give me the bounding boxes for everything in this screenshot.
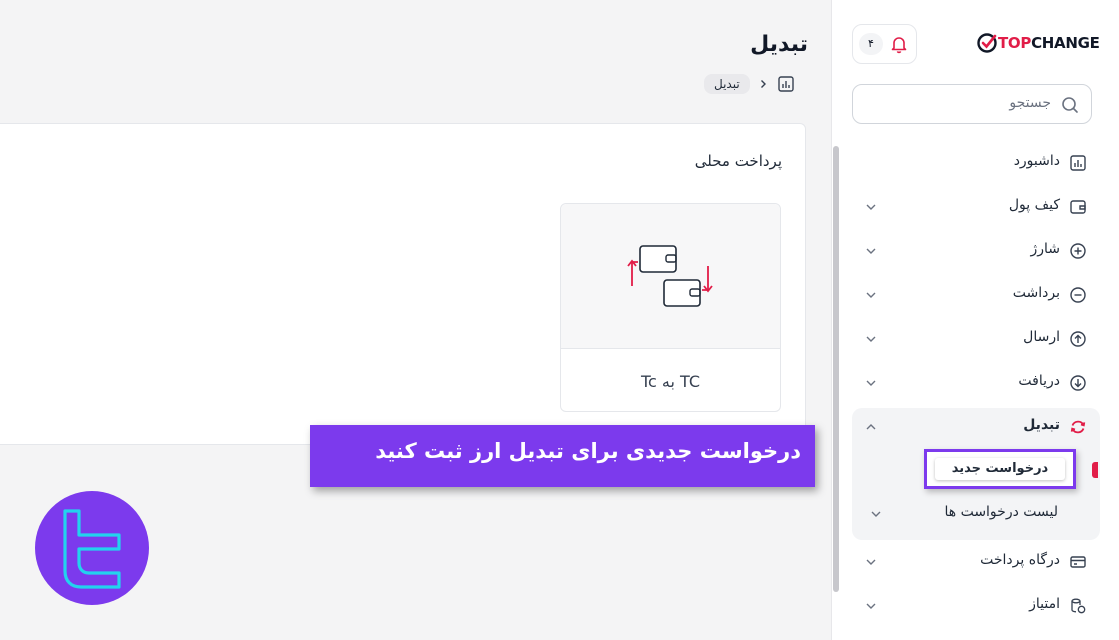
banner-text: درخواست جدیدی برای تبدیل ارز ثبت کنید — [375, 439, 801, 463]
chevron-up-icon — [866, 424, 876, 430]
sidebar-item-label: داشبورد — [1013, 153, 1060, 169]
chevron-left-icon — [760, 80, 766, 88]
sidebar-item-exchange[interactable]: تبدیل — [852, 407, 1092, 447]
breadcrumb-current[interactable]: تبدیل — [704, 74, 750, 94]
plus-circle-icon — [1070, 243, 1086, 259]
sidebar-item-payment-gateway[interactable]: درگاه پرداخت — [852, 542, 1092, 582]
logo-check-icon — [977, 33, 997, 53]
sidebar-item-points[interactable]: امتیاز — [852, 586, 1092, 626]
sidebar-item-dashboard[interactable]: داشبورد — [852, 143, 1092, 183]
chevron-down-icon — [866, 603, 876, 609]
exchange-icon — [1070, 420, 1086, 434]
search-icon — [1062, 97, 1078, 113]
chevron-down-icon — [866, 559, 876, 565]
chevron-down-icon — [871, 511, 881, 517]
exchange-option-label: Tc به TC — [640, 372, 701, 391]
sidebar-item-label: تبدیل — [1023, 417, 1060, 433]
bell-icon — [891, 37, 907, 54]
submenu-item-label: درخواست جدید — [935, 458, 1065, 480]
sidebar-item-label: کیف پول — [1008, 197, 1060, 213]
breadcrumb: تبدیل — [704, 70, 796, 98]
brand-logo-circle — [35, 491, 149, 605]
card-icon — [1070, 556, 1086, 568]
sidebar-item-label: دریافت — [1018, 373, 1060, 389]
search-box[interactable]: جستجو — [852, 84, 1092, 124]
brand-logo-icon — [63, 509, 121, 589]
page-title: تبدیل — [750, 32, 808, 57]
submenu-item-new-request[interactable]: درخواست جدید — [924, 449, 1076, 489]
sidebar-scrollbar[interactable] — [833, 146, 839, 592]
wallet-exchange-icon — [627, 245, 713, 307]
chevron-down-icon — [866, 248, 876, 254]
sidebar-item-charge[interactable]: شارژ — [852, 231, 1092, 271]
chart-icon[interactable] — [776, 74, 796, 94]
sidebar-item-label: شارژ — [1030, 241, 1060, 257]
active-indicator — [1092, 462, 1098, 478]
sidebar-item-receive[interactable]: دریافت — [852, 363, 1092, 403]
logo-text-change: CHANGE — [1031, 34, 1100, 52]
sidebar-item-label: ارسال — [1023, 329, 1060, 345]
chevron-down-icon — [866, 292, 876, 298]
logo-text-top: TOP — [998, 34, 1032, 52]
submenu-item-label: لیست درخواست ها — [944, 504, 1058, 520]
chevron-down-icon — [866, 204, 876, 210]
wallet-icon — [1070, 200, 1086, 214]
topchange-logo[interactable]: TOP CHANGE — [976, 32, 1100, 54]
chart-icon — [1070, 155, 1086, 171]
notification-count: ۴ — [859, 33, 883, 55]
section-title: پرداخت محلی — [694, 152, 782, 170]
chevron-down-icon — [866, 380, 876, 386]
instruction-banner: درخواست جدیدی برای تبدیل ارز ثبت کنید — [310, 425, 815, 487]
notifications-button[interactable]: ۴ — [852, 24, 917, 64]
arrow-down-circle-icon — [1070, 375, 1086, 391]
search-input[interactable]: جستجو — [1009, 95, 1051, 111]
arrow-up-circle-icon — [1070, 331, 1086, 347]
sidebar-item-wallet[interactable]: کیف پول — [852, 187, 1092, 227]
sidebar-item-label: درگاه پرداخت — [980, 552, 1060, 568]
minus-circle-icon — [1070, 287, 1086, 303]
sidebar-item-label: برداشت — [1012, 285, 1060, 301]
sidebar-item-label: امتیاز — [1029, 596, 1060, 612]
coins-icon — [1071, 598, 1086, 614]
chevron-down-icon — [866, 336, 876, 342]
submenu-item-request-list[interactable]: لیست درخواست ها — [852, 500, 1092, 528]
sidebar-item-withdraw[interactable]: برداشت — [852, 275, 1092, 315]
sidebar-item-send[interactable]: ارسال — [852, 319, 1092, 359]
